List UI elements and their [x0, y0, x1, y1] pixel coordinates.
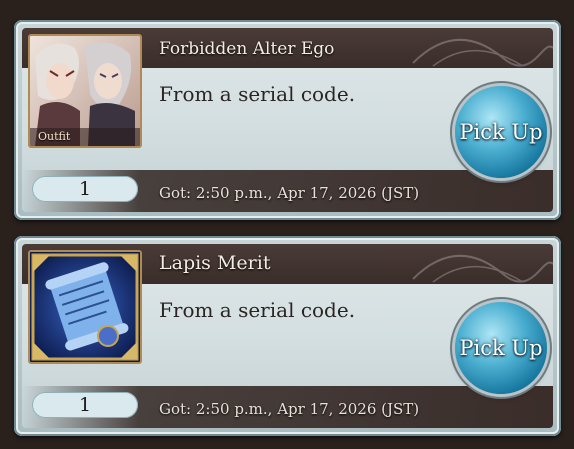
received-timestamp: Got: 2:50 p.m., Apr 17, 2026 (JST)	[159, 184, 420, 202]
outfit-portrait-icon: Outfit	[28, 34, 142, 148]
item-description: From a serial code.	[159, 82, 356, 106]
item-footer: 1 Got: 2:50 p.m., Apr 17, 2026 (JST)	[22, 386, 553, 428]
present-card: Lapis Merit From a serial code. 1 Got: 2…	[14, 236, 561, 436]
card-panel: Lapis Merit From a serial code. 1 Got: 2…	[22, 244, 553, 428]
present-card: Forbidden Alter Ego From a serial code. …	[14, 20, 561, 220]
item-quantity: 1	[32, 176, 138, 202]
item-name: Lapis Merit	[159, 252, 271, 274]
received-timestamp: Got: 2:50 p.m., Apr 17, 2026 (JST)	[159, 400, 420, 418]
scroll-item-icon	[28, 250, 142, 364]
item-description: From a serial code.	[159, 298, 356, 322]
ornament-decoration	[412, 254, 553, 283]
pick-up-button[interactable]: Pick Up	[455, 86, 547, 178]
item-name: Forbidden Alter Ego	[159, 39, 335, 59]
card-panel: Forbidden Alter Ego From a serial code. …	[22, 28, 553, 212]
pick-up-label: Pick Up	[459, 336, 543, 360]
outfit-badge: Outfit	[38, 130, 71, 143]
ornament-decoration	[412, 38, 553, 67]
item-footer: 1 Got: 2:50 p.m., Apr 17, 2026 (JST)	[22, 170, 553, 212]
pick-up-button[interactable]: Pick Up	[455, 302, 547, 394]
pick-up-label: Pick Up	[459, 120, 543, 144]
item-quantity: 1	[32, 392, 138, 418]
